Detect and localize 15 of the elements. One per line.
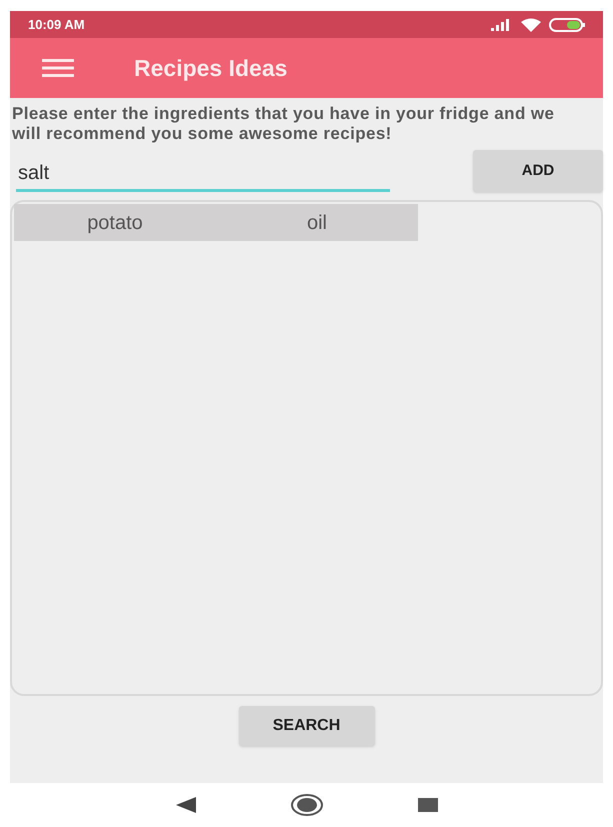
ingredient-item[interactable]: potato xyxy=(87,208,143,238)
battery-icon xyxy=(549,18,585,32)
wifi-icon xyxy=(521,18,541,32)
recents-icon[interactable] xyxy=(418,798,438,812)
instructions-text: Please enter the ingredients that you have in your fridge and we will recommend you some awesome recipes! xyxy=(11,103,556,144)
home-icon[interactable] xyxy=(290,794,322,816)
ingredient-item[interactable]: oil xyxy=(306,208,327,238)
status-time: 10:09 AM xyxy=(28,16,85,34)
ingredient-input[interactable]: salt xyxy=(16,158,390,192)
menu-button[interactable] xyxy=(42,59,76,77)
back-icon[interactable] xyxy=(176,797,196,813)
menu-icon xyxy=(42,59,74,77)
app-title: Recipes Ideas xyxy=(134,54,288,83)
search-button[interactable]: SEARCH xyxy=(238,706,374,746)
add-button[interactable]: ADD xyxy=(473,150,603,192)
